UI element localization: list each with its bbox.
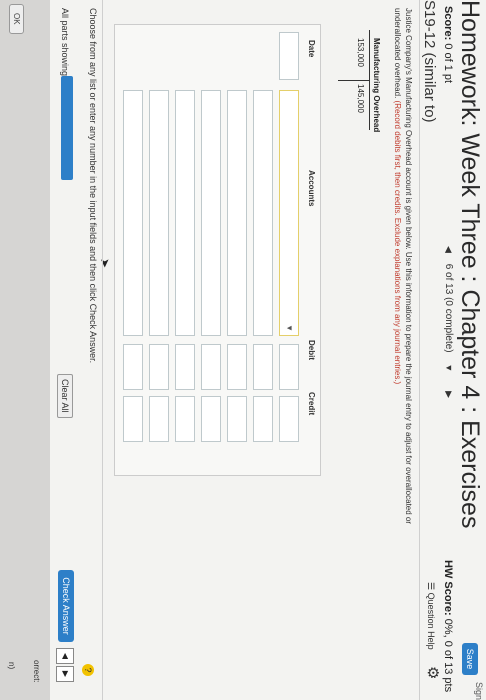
check-answer-button[interactable]: Check Answer [58,570,74,642]
question-id: S19-12 (similar to) [421,0,438,123]
question-list-icon[interactable]: ▼ [444,363,454,372]
t-account-debit: 153,000 [356,38,365,67]
parts-progress-bar [61,76,73,180]
next-part-icon[interactable]: ▶ [56,666,74,682]
debit-input[interactable] [201,344,221,390]
debit-input[interactable] [253,344,273,390]
account-select[interactable] [227,90,247,336]
account-select[interactable] [201,90,221,336]
credit-input[interactable] [123,396,143,442]
journal-row [172,28,198,468]
account-select[interactable] [175,90,195,336]
hw-score-label: HW Score: [442,560,454,616]
instructions: Justice Company's Manufacturing Overhead… [392,8,414,568]
divider [419,0,420,700]
score-line: Score: 0 of 1 pt [442,6,454,83]
debit-input[interactable] [227,344,247,390]
mouse-cursor-icon: ➤ [98,258,112,269]
sign-link[interactable]: Sign [474,682,484,700]
journal-row [120,28,146,468]
save-button[interactable]: Save [462,643,478,675]
debit-input[interactable] [149,344,169,390]
prev-question-icon[interactable]: ◀ [444,246,454,253]
debit-input[interactable] [123,344,143,390]
account-select[interactable] [253,90,273,336]
score-value: 0 of 1 pt [442,43,454,84]
journal-row [250,28,276,468]
debit-input[interactable] [175,344,195,390]
hw-score: HW Score: 0%, 0 of 13 pts [442,560,454,692]
instructions-note: (Record debits first, then credits. Excl… [393,100,402,385]
credit-input[interactable] [253,396,273,442]
next-question-icon[interactable]: ▶ [444,391,454,398]
column-header-credit: Credit [307,392,316,416]
account-select[interactable]: ▼ [279,90,299,336]
t-account-credit: 145,000 [356,84,365,113]
score-label: Score: [442,6,454,41]
clear-all-button[interactable]: Clear All [57,374,73,418]
credit-input[interactable] [201,396,221,442]
credit-input[interactable] [149,396,169,442]
prev-part-icon[interactable]: ◀ [56,648,74,664]
ok-button[interactable]: OK [9,4,24,34]
divider [102,0,103,700]
edge-text: n) [7,662,16,670]
help-icon[interactable]: ? [82,664,94,676]
column-header-debit: Debit [307,340,316,360]
journal-row: ▼ [276,28,302,468]
question-nav: ◀ 6 of 13 (0 complete) ▼ ▶ [443,238,454,406]
rotated-page: Homework: Week Three : Chapter 4 : Exerc… [0,0,486,700]
hw-score-value: 0%, 0 of 13 pts [442,618,454,693]
credit-input[interactable] [279,396,299,442]
debit-input[interactable] [279,344,299,390]
dropdown-caret-icon: ▼ [285,324,294,332]
account-select[interactable] [149,90,169,336]
journal-row [198,28,224,468]
column-header-date: Date [307,40,316,58]
account-select[interactable] [123,90,143,336]
instruction-footer: Choose from any list or enter any number… [88,8,98,364]
edge-text: orrect: [32,660,41,683]
column-header-accounts: Accounts [307,170,316,207]
parts-label: All parts showing [60,8,70,77]
journal-row [146,28,172,468]
credit-input[interactable] [175,396,195,442]
question-help-label: Question Help [426,592,436,650]
t-account-vertical-line [338,80,370,81]
question-help-button[interactable]: ☰ Question Help [425,582,436,650]
gear-icon[interactable]: ⚙ [424,666,442,679]
t-account-title: Manufacturing Overhead [372,38,381,133]
journal-row [224,28,250,468]
progress-text: 6 of 13 (0 complete) [443,263,454,353]
date-input[interactable] [279,32,299,80]
page-title: Homework: Week Three : Chapter 4 : Exerc… [456,0,484,529]
list-icon: ☰ [426,582,436,591]
bottom-bar [0,0,50,700]
credit-input[interactable] [227,396,247,442]
